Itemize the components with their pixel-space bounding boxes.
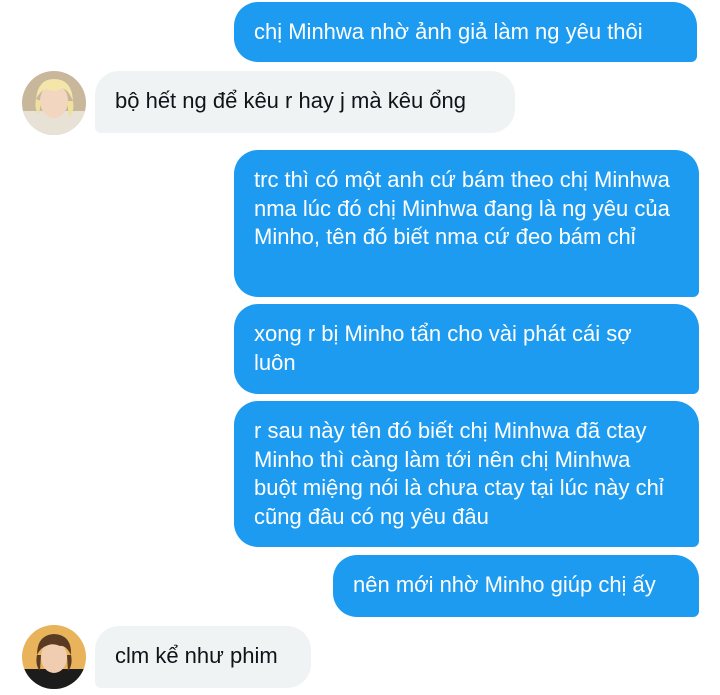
brown-hair-avatar-icon bbox=[22, 625, 86, 689]
message-text: chị Minhwa nhờ ảnh giả làm ng yêu thôi bbox=[254, 19, 643, 44]
message-bubble-incoming[interactable]: bộ hết ng để kêu r hay j mà kêu ổng bbox=[95, 71, 515, 133]
message-text: xong r bị Minho tẩn cho vài phát cái sợ … bbox=[254, 321, 632, 375]
avatar[interactable] bbox=[22, 625, 86, 689]
message-text: trc thì có một anh cứ bám theo chị Minhw… bbox=[254, 167, 670, 249]
message-bubble-outgoing[interactable]: r sau này tên đó biết chị Minhwa đã ctay… bbox=[234, 401, 699, 547]
message-bubble-outgoing[interactable]: nên mới nhờ Minho giúp chị ấy bbox=[333, 555, 699, 617]
blonde-avatar-icon bbox=[22, 71, 86, 135]
message-text: r sau này tên đó biết chị Minhwa đã ctay… bbox=[254, 418, 664, 529]
message-text: bộ hết ng để kêu r hay j mà kêu ổng bbox=[115, 88, 467, 113]
message-text: nên mới nhờ Minho giúp chị ấy bbox=[353, 572, 656, 597]
avatar[interactable] bbox=[22, 71, 86, 135]
message-bubble-outgoing[interactable]: xong r bị Minho tẩn cho vài phát cái sợ … bbox=[234, 304, 699, 394]
message-bubble-outgoing[interactable]: trc thì có một anh cứ bám theo chị Minhw… bbox=[234, 150, 699, 297]
message-bubble-incoming[interactable]: clm kể như phim bbox=[95, 626, 311, 688]
message-bubble-outgoing[interactable]: chị Minhwa nhờ ảnh giả làm ng yêu thôi bbox=[234, 2, 697, 62]
message-text: clm kể như phim bbox=[115, 643, 278, 668]
